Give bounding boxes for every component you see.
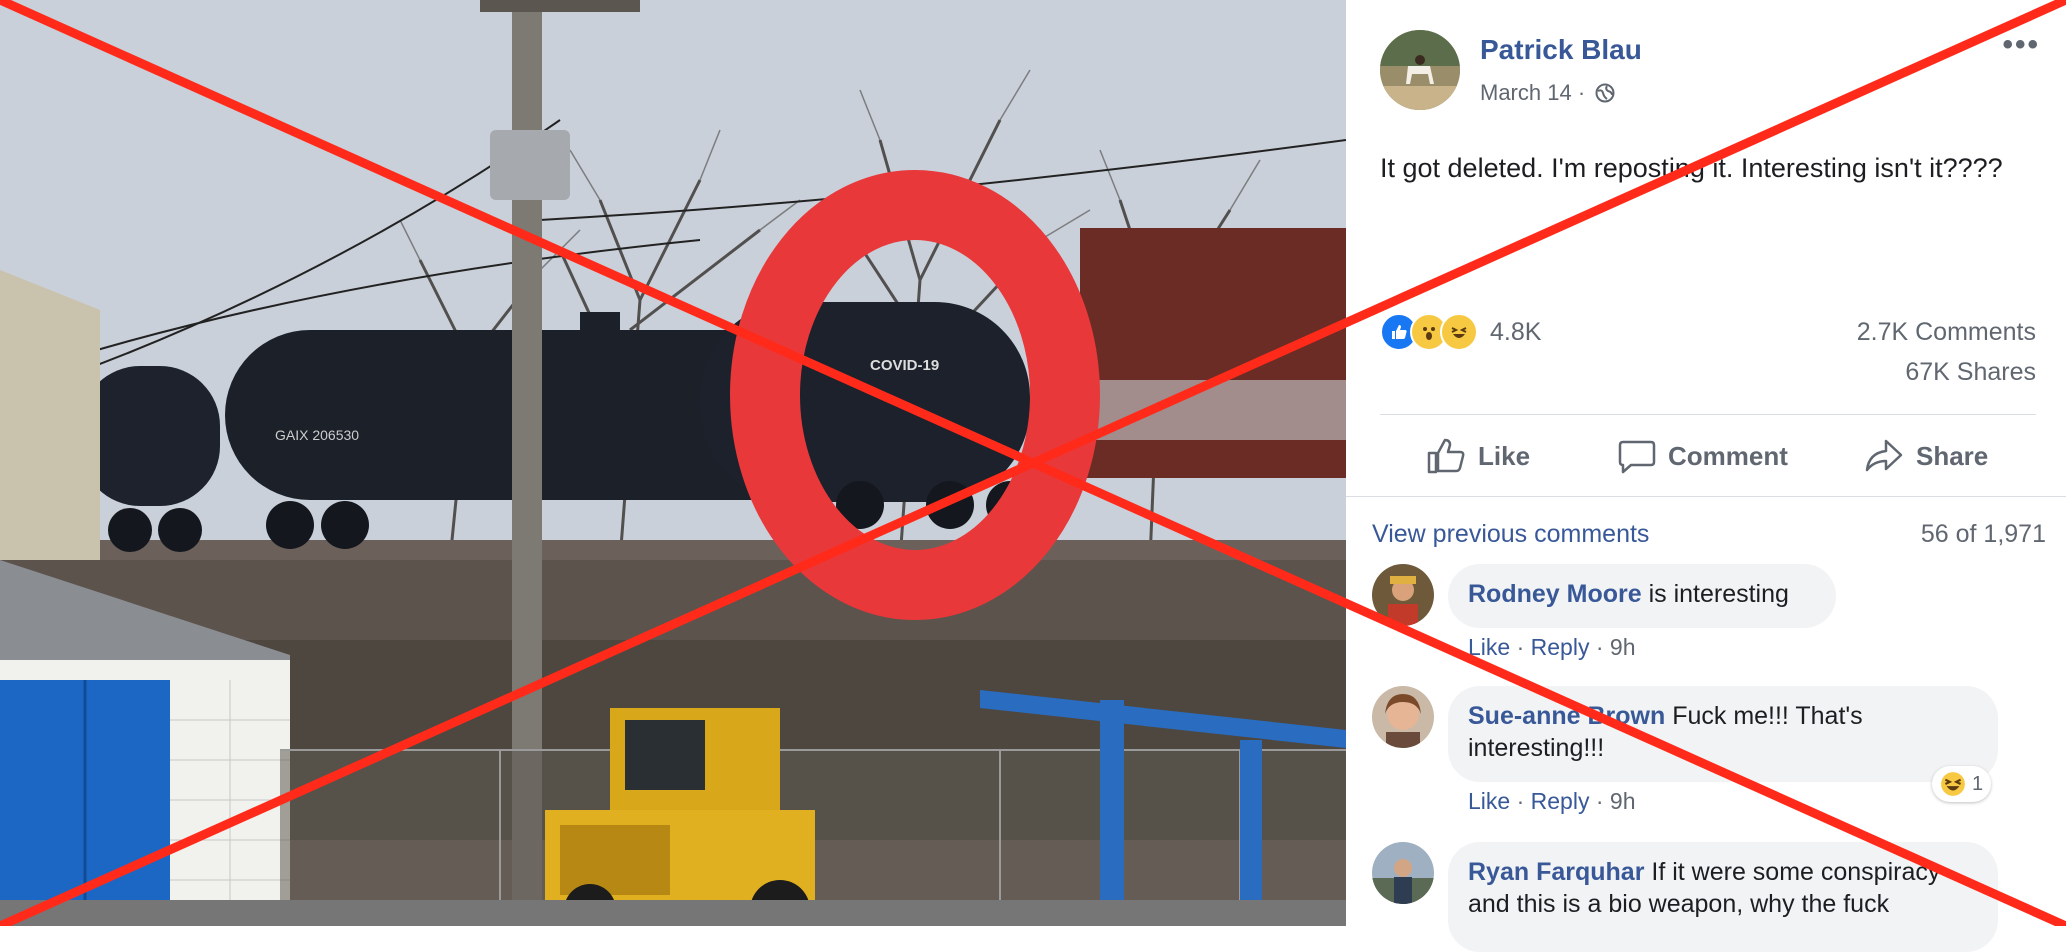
comment-like-link[interactable]: Like	[1468, 634, 1510, 660]
more-options-icon[interactable]: •••	[2002, 28, 2040, 62]
comment-author[interactable]: Rodney Moore	[1468, 580, 1642, 608]
post-text: It got deleted. I'm reposting it. Intere…	[1380, 153, 2003, 183]
post-meta: March 14 ·	[1480, 80, 1615, 106]
comment-bubble: Sue-anne Brown Fuck me!!! That's interes…	[1448, 686, 1998, 782]
comment-bubble: Ryan Farquhar If it were some conspiracy…	[1448, 842, 1998, 952]
post-panel: Patrick Blau March 14 · ••• It got delet…	[1346, 0, 2066, 952]
divider	[1380, 414, 2036, 415]
author-name[interactable]: Patrick Blau	[1480, 34, 1642, 66]
share-label: Share	[1916, 440, 1989, 471]
share-button[interactable]: Share	[1864, 434, 1988, 478]
like-label: Like	[1478, 440, 1531, 471]
comment-bubble: Rodney Moore is interesting	[1448, 564, 1836, 628]
commenter-avatar[interactable]	[1372, 686, 1434, 748]
author-avatar[interactable]	[1380, 30, 1460, 110]
comment-author[interactable]: Sue-anne Brown	[1468, 702, 1665, 730]
share-icon	[1865, 439, 1903, 472]
comment-reaction-count: 1	[1972, 772, 1984, 795]
railyard-scene: COVID-19 GAIX 206530	[0, 0, 1346, 926]
comment-button[interactable]: Comment	[1618, 434, 1788, 478]
comment-actions: Like · Reply · 9h	[1468, 788, 1636, 814]
reactions-summary[interactable]: 4.8K	[1380, 312, 1541, 352]
comment-label: Comment	[1668, 440, 1788, 471]
shares-count[interactable]: 67K Shares	[1905, 358, 2036, 387]
haha-icon	[1941, 772, 1965, 796]
comment-author[interactable]: Ryan Farquhar	[1468, 858, 1644, 886]
divider	[1346, 496, 2066, 497]
view-previous-comments-link[interactable]: View previous comments	[1372, 520, 1649, 548]
comment-actions: Like · Reply · 9h	[1468, 634, 1636, 660]
meta-separator: ·	[1577, 80, 1586, 105]
comment-reply-link[interactable]: Reply	[1531, 634, 1590, 660]
tank-car-id: GAIX 206530	[275, 427, 359, 443]
haha-icon	[1440, 313, 1478, 351]
comment-icon	[1618, 440, 1656, 474]
comments-count[interactable]: 2.7K Comments	[1857, 318, 2036, 347]
like-button[interactable]: Like	[1426, 434, 1530, 478]
reaction-count: 4.8K	[1490, 317, 1542, 346]
comment-like-link[interactable]: Like	[1468, 788, 1510, 814]
post-photo[interactable]: COVID-19 GAIX 206530	[0, 0, 1346, 926]
thumbs-up-icon	[1427, 438, 1465, 474]
comment-reaction-badge[interactable]: 1	[1932, 766, 1992, 802]
comments-counter: 56 of 1,971	[1920, 520, 2046, 548]
globe-icon[interactable]	[1595, 83, 1615, 103]
comment-time[interactable]: 9h	[1610, 634, 1636, 660]
comment-time[interactable]: 9h	[1610, 788, 1636, 814]
commenter-avatar[interactable]	[1372, 564, 1434, 626]
comments-header: View previous comments 56 of 1,971	[1372, 520, 2046, 549]
tank-car-label: COVID-19	[870, 357, 939, 374]
comment-reply-link[interactable]: Reply	[1531, 788, 1590, 814]
post-date[interactable]: March 14	[1480, 80, 1572, 105]
commenter-avatar[interactable]	[1372, 842, 1434, 904]
comment-text: is interesting	[1641, 580, 1789, 608]
